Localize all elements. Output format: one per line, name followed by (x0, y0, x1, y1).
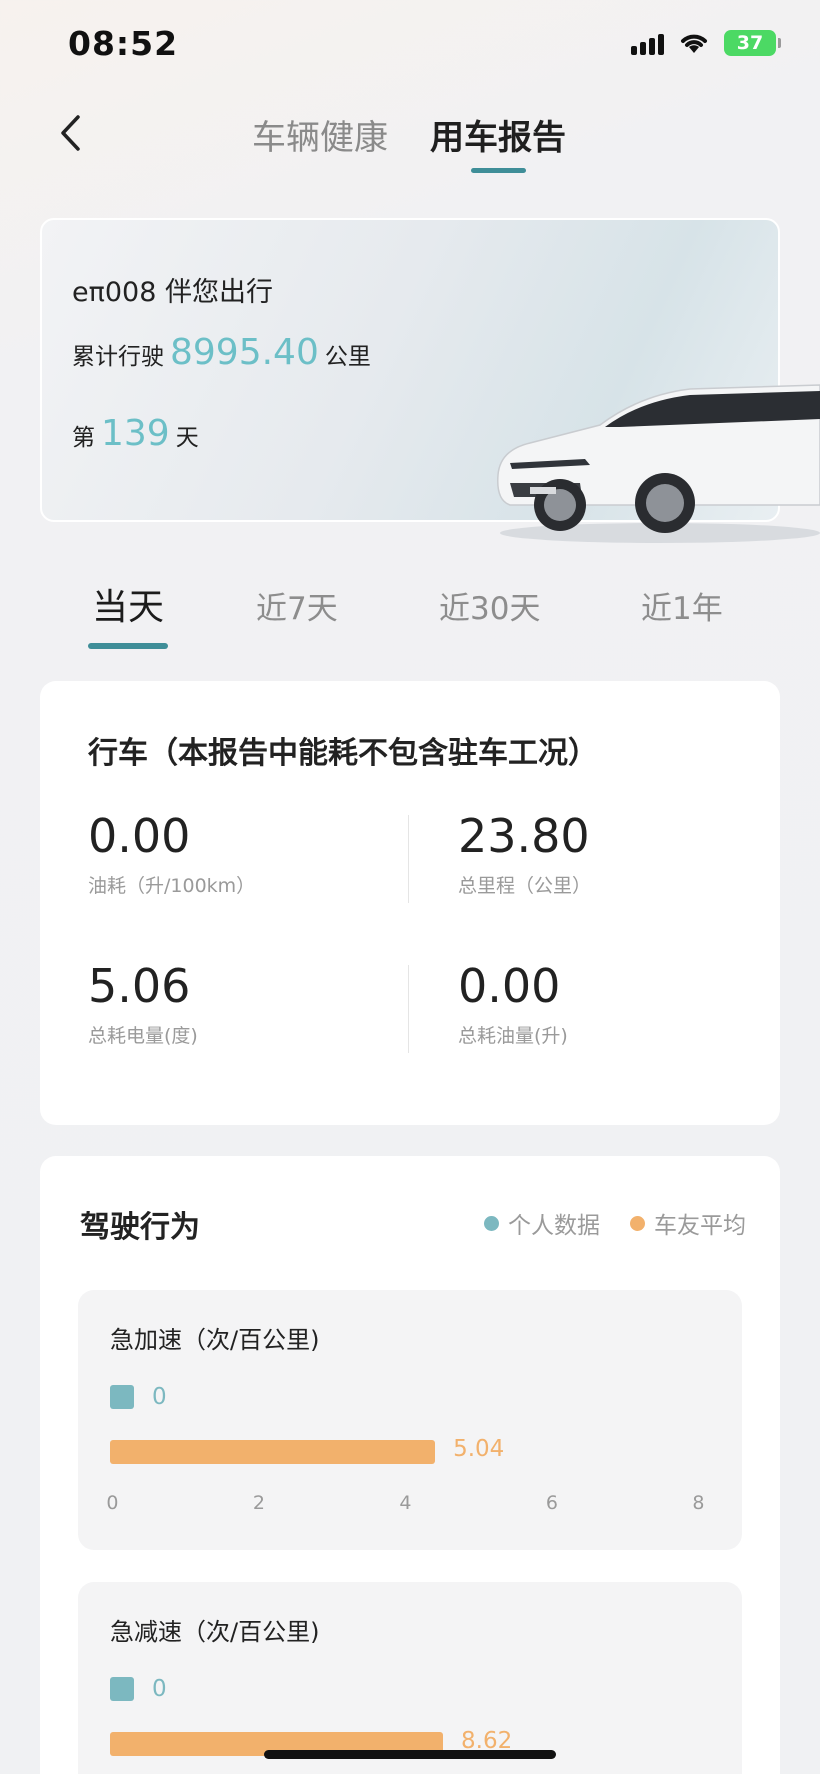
personal-value: 0 (152, 1384, 167, 1410)
tick-label: 4 (399, 1492, 412, 1514)
status-icons: 37 (631, 30, 781, 56)
cellular-signal-icon (631, 31, 664, 55)
home-indicator (264, 1750, 556, 1759)
power-consumption-metric: 5.06 总耗电量(度) (88, 959, 198, 1048)
rapid-deceleration-panel: 急减速（次/百公里) 0 8.62 (78, 1582, 742, 1774)
driving-behavior-card: 驾驶行为 个人数据 车友平均 急加速（次/百公里) 0 5.04 0 2 4 6… (40, 1156, 780, 1774)
metric-value: 5.06 (88, 959, 191, 1013)
metric-label: 总耗油量(升) (458, 1025, 568, 1047)
tab-7-days[interactable]: 近7天 (256, 583, 338, 628)
legend-label: 个人数据 (508, 1213, 600, 1239)
legend-dot-average (630, 1215, 645, 1231)
divider (408, 815, 409, 903)
car-image (497, 384, 820, 543)
active-tab-indicator (471, 168, 526, 173)
period-tabs: 当天 近7天 近30天 近1年 (0, 575, 820, 655)
metric-label: 总里程（公里） (458, 875, 592, 897)
metric-value: 0.00 (88, 809, 191, 863)
battery-level: 37 (736, 32, 764, 54)
tab-30-days[interactable]: 近30天 (439, 583, 540, 628)
average-bar (110, 1440, 436, 1464)
status-bar: 08:52 37 (0, 0, 820, 90)
legend-average: 车友平均 (630, 1206, 746, 1240)
mileage-prefix: 累计行驶 (72, 344, 164, 370)
days-prefix: 第 (72, 425, 95, 451)
legend-personal: 个人数据 (484, 1206, 600, 1240)
mileage-unit: 公里 (324, 344, 371, 370)
tick-label: 6 (545, 1492, 558, 1514)
personal-data-row: 0 (110, 1384, 167, 1410)
status-time: 08:52 (68, 24, 179, 63)
driving-card-title: 行车（本报告中能耗不包含驻车工况） (88, 736, 598, 771)
tab-today[interactable]: 当天 (92, 578, 164, 630)
metric-value: 23.80 (458, 809, 590, 863)
days-unit: 天 (175, 425, 199, 451)
tab-vehicle-health[interactable]: 车辆健康 (252, 110, 388, 159)
days-owned: 第 139 天 (72, 413, 199, 454)
legend-dot-personal (484, 1215, 499, 1231)
tick-label: 0 (106, 1492, 119, 1514)
legend-label: 车友平均 (654, 1213, 746, 1239)
behavior-card-title: 驾驶行为 (80, 1210, 200, 1245)
tab-usage-report[interactable]: 用车报告 (430, 110, 566, 159)
personal-data-row: 0 (110, 1676, 167, 1702)
personal-value: 0 (152, 1676, 167, 1702)
wifi-icon (681, 34, 707, 53)
total-mileage: 累计行驶 8995.40 公里 (72, 332, 371, 373)
days-value: 139 (101, 413, 170, 454)
metric-label: 油耗（升/100km） (88, 875, 256, 897)
rapid-acceleration-panel: 急加速（次/百公里) 0 5.04 0 2 4 6 8 (78, 1290, 742, 1550)
personal-bar (110, 1677, 134, 1701)
behavior-legend: 个人数据 车友平均 (484, 1206, 746, 1240)
hero-title: eπ008 伴您出行 (72, 277, 273, 308)
battery-icon: 37 (724, 30, 781, 56)
fuel-consumption-metric: 0.00 油耗（升/100km） (88, 809, 255, 898)
divider (408, 965, 409, 1053)
panel-title: 急减速（次/百公里) (110, 1618, 320, 1646)
tick-label: 8 (692, 1492, 705, 1514)
total-mileage-metric: 23.80 总里程（公里） (458, 809, 591, 898)
axis-ticks: 0 2 4 6 8 (106, 1492, 704, 1518)
fuel-used-metric: 0.00 总耗油量(升) (458, 959, 568, 1048)
metric-value: 0.00 (458, 959, 561, 1013)
mileage-value: 8995.40 (170, 332, 319, 373)
average-value: 5.04 (453, 1436, 505, 1462)
header: 车辆健康 用车报告 (0, 90, 820, 180)
chevron-left-icon (61, 115, 80, 151)
personal-bar (110, 1385, 134, 1409)
panel-title: 急加速（次/百公里) (110, 1326, 320, 1354)
driving-stats-card: 行车（本报告中能耗不包含驻车工况） 0.00 油耗（升/100km） 23.80… (40, 681, 780, 1125)
tick-label: 2 (252, 1492, 265, 1514)
back-button[interactable] (50, 108, 90, 158)
period-tab-indicator (88, 643, 168, 649)
metric-label: 总耗电量(度) (88, 1025, 198, 1047)
tab-1-year[interactable]: 近1年 (641, 583, 723, 628)
